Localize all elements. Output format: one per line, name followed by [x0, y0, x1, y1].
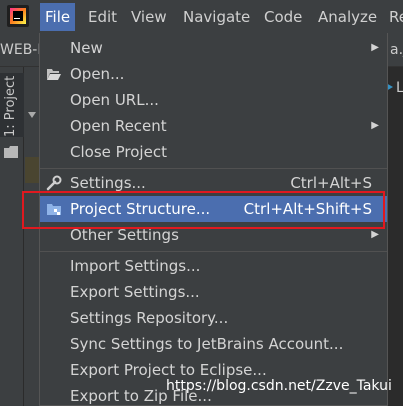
menu-item-open[interactable]: Open...: [40, 61, 387, 87]
menubar: File Edit View Navigate Code Analyze Re: [0, 0, 403, 33]
menu-item-import-settings[interactable]: Import Settings...: [40, 253, 387, 279]
project-name: WEB-I: [0, 42, 42, 58]
menu-item-settings-repository[interactable]: Settings Repository...: [40, 305, 387, 331]
menu-item-label: Close Project: [70, 143, 167, 161]
menu-item-open-recent[interactable]: Open Recent ▶: [40, 113, 387, 139]
menu-item-new[interactable]: New ▶: [40, 35, 387, 61]
intellij-app-icon[interactable]: [7, 5, 29, 27]
menu-analyze[interactable]: Analyze: [313, 3, 382, 31]
menu-item-label: Settings Repository...: [70, 309, 229, 327]
expand-arrow-icon[interactable]: [27, 110, 37, 120]
wrench-icon: [46, 175, 62, 191]
folder-icon: [4, 146, 18, 158]
folder-open-icon: [47, 69, 61, 80]
menu-item-label: Sync Settings to JetBrains Account...: [70, 335, 344, 353]
menu-file[interactable]: File: [40, 3, 76, 31]
menu-refactor[interactable]: Re: [384, 3, 403, 31]
tool-window-tab-project[interactable]: 1: Project: [0, 73, 24, 137]
menu-view[interactable]: View: [126, 3, 172, 31]
menu-edit[interactable]: Edit: [83, 3, 122, 31]
editor-area: [388, 67, 403, 406]
menu-item-label: Export Settings...: [70, 283, 200, 301]
tool-window-tab-label: 1: Project: [3, 75, 18, 137]
menu-item-open-url[interactable]: Open URL...: [40, 87, 387, 113]
menu-item-label: Open...: [70, 65, 125, 83]
menu-item-label: New: [70, 39, 103, 57]
menu-code[interactable]: Code: [259, 3, 307, 31]
submenu-arrow-icon: ▶: [371, 120, 379, 131]
watermark: https://blog.csdn.net/Zzve_Takui: [166, 378, 392, 394]
submenu-arrow-icon: ▶: [371, 42, 379, 53]
menu-item-export-settings[interactable]: Export Settings...: [40, 279, 387, 305]
editor-fragment: L: [396, 80, 403, 96]
menu-separator: [40, 251, 387, 252]
menu-item-label: Import Settings...: [70, 257, 201, 275]
highlight-box: [22, 191, 385, 229]
menu-item-label: Open Recent: [70, 117, 167, 135]
menu-separator: [40, 168, 387, 169]
menu-navigate[interactable]: Navigate: [178, 3, 255, 31]
selected-tree-row[interactable]: [25, 157, 39, 183]
menu-item-sync-settings[interactable]: Sync Settings to JetBrains Account...: [40, 331, 387, 357]
menu-item-label: Open URL...: [70, 91, 159, 109]
editor-tab-fragment[interactable]: a.ja: [390, 42, 403, 58]
menu-item-close-project[interactable]: Close Project: [40, 139, 387, 165]
